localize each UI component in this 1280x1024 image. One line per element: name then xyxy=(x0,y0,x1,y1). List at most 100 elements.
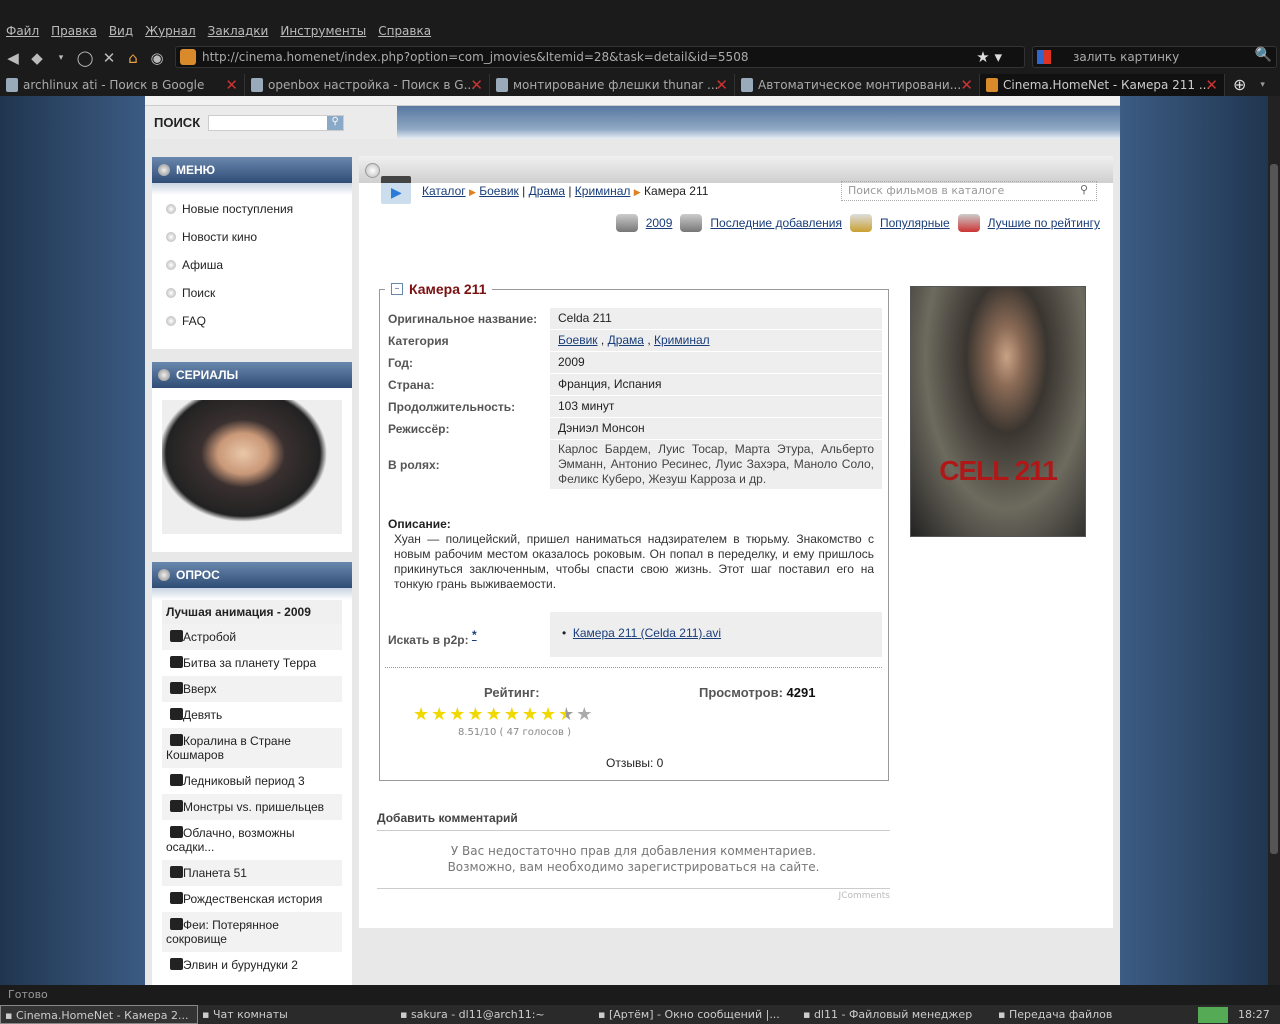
radio-icon[interactable] xyxy=(170,774,183,786)
radio-icon[interactable] xyxy=(170,630,183,642)
poll-option[interactable]: Монстры vs. пришельцев xyxy=(162,794,342,820)
close-tab-icon[interactable]: ✕ xyxy=(1205,76,1218,94)
poll-option[interactable]: Облачно, возможны осадки... xyxy=(162,820,342,860)
collapse-icon[interactable]: – xyxy=(391,283,403,295)
search-value[interactable]: залить картинку xyxy=(1073,50,1179,64)
radio-icon[interactable] xyxy=(170,892,183,904)
taskbar-item[interactable]: ▪ [Артём] - Окно сообщений |... xyxy=(594,1005,799,1024)
radio-icon[interactable] xyxy=(170,918,183,930)
tab-active[interactable]: Cinema.HomeNet - Камера 211 ... ✕ xyxy=(980,74,1225,96)
quicklink-year[interactable]: 2009 xyxy=(646,216,673,230)
close-tab-icon[interactable]: ✕ xyxy=(470,76,483,94)
tab[interactable]: монтирование флешки thunar ... ✕ xyxy=(490,74,735,96)
tab[interactable]: archlinux ati - Поиск в Google ✕ xyxy=(0,74,245,96)
series-image[interactable] xyxy=(162,400,342,534)
menu-item[interactable]: Афиша xyxy=(152,251,352,279)
radio-icon[interactable] xyxy=(170,656,183,668)
star-icon[interactable]: ★ xyxy=(449,704,465,725)
url-text[interactable]: http://cinema.homenet/index.php?option=c… xyxy=(202,50,748,64)
radio-icon[interactable] xyxy=(170,826,183,838)
quicklink-popular[interactable]: Популярные xyxy=(880,216,950,230)
radio-icon[interactable] xyxy=(170,866,183,878)
menu-help[interactable]: Справка xyxy=(378,24,431,38)
star-icon[interactable]: ★ xyxy=(467,704,483,725)
radio-icon[interactable] xyxy=(170,800,183,812)
tray-messenger-icon[interactable] xyxy=(1198,1006,1228,1023)
site-search-input[interactable]: ⚲ xyxy=(208,114,345,131)
rating-stars[interactable]: ★ ★ ★ ★ ★ ★ ★ ★ ★ ★ xyxy=(413,704,592,725)
menu-item[interactable]: Новые поступления xyxy=(152,195,352,223)
poll-option[interactable]: Астробой xyxy=(162,624,342,650)
category-link[interactable]: Боевик xyxy=(558,333,598,347)
category-link[interactable]: Драма xyxy=(608,333,644,347)
page-scrollbar[interactable] xyxy=(1268,96,1280,985)
radio-icon[interactable] xyxy=(170,734,183,746)
poll-option[interactable]: Рождественская история xyxy=(162,886,342,912)
taskbar-item[interactable]: ▪ sakura - dl11@arch11:~ xyxy=(396,1005,594,1024)
breadcrumb-catalog[interactable]: Каталог xyxy=(422,184,466,198)
jcomments-brand[interactable]: JComments xyxy=(377,891,890,901)
close-tab-icon[interactable]: ✕ xyxy=(225,76,238,94)
quicklink-top-rated[interactable]: Лучшие по рейтингу xyxy=(988,216,1100,230)
star-icon[interactable]: ★ xyxy=(413,704,429,725)
new-tab-icon[interactable]: ⊕ xyxy=(1233,74,1246,96)
breadcrumb-genre[interactable]: Боевик xyxy=(479,184,519,198)
category-link[interactable]: Криминал xyxy=(654,333,710,347)
star-icon[interactable]: ★ xyxy=(558,704,574,725)
poll-option[interactable]: Ледниковый период 3 xyxy=(162,768,342,794)
reviews-count[interactable]: Отзывы: 0 xyxy=(606,756,663,770)
radio-icon[interactable] xyxy=(170,958,183,970)
poll-option[interactable]: Планета 51 xyxy=(162,860,342,886)
stop-icon[interactable]: ✕ xyxy=(100,49,118,67)
home-icon[interactable]: ⌂ xyxy=(124,49,142,67)
taskbar-item[interactable]: ▪ dl11 - Файловый менеджер xyxy=(799,1005,994,1024)
quicklink-latest[interactable]: Последние добавления xyxy=(710,216,842,230)
poll-option[interactable]: Феи: Потерянное сокровище xyxy=(162,912,342,952)
menu-item[interactable]: FAQ xyxy=(152,307,352,335)
menu-item[interactable]: Новости кино xyxy=(152,223,352,251)
search-icon[interactable]: ⚲ xyxy=(327,115,344,130)
breadcrumb-genre[interactable]: Драма xyxy=(529,184,565,198)
menu-item[interactable]: Поиск xyxy=(152,279,352,307)
radio-icon[interactable] xyxy=(170,708,183,720)
menu-tools[interactable]: Инструменты xyxy=(280,24,366,38)
bookmark-star-icon[interactable]: ★ ▾ xyxy=(976,48,1002,66)
poll-option[interactable]: Элвин и бурундуки 2 xyxy=(162,952,342,978)
poll-option[interactable]: Коралина в Стране Кошмаров xyxy=(162,728,342,768)
menu-history[interactable]: Журнал xyxy=(145,24,196,38)
radio-icon[interactable] xyxy=(170,682,183,694)
menu-edit[interactable]: Правка xyxy=(51,24,97,38)
movie-poster[interactable]: CELL 211 xyxy=(910,286,1086,537)
breadcrumb-genre[interactable]: Криминал xyxy=(575,184,631,198)
poll-option[interactable]: Девять xyxy=(162,702,342,728)
history-dropdown-icon[interactable]: ▾ xyxy=(52,49,70,67)
url-bar[interactable]: http://cinema.homenet/index.php?option=c… xyxy=(175,46,1025,68)
taskbar-item[interactable]: ▪ Cinema.HomeNet - Камера 2... xyxy=(0,1005,198,1024)
star-icon[interactable]: ★ xyxy=(522,704,538,725)
tab-list-icon[interactable]: ▾ xyxy=(1260,74,1265,96)
forward-icon[interactable]: ◆ xyxy=(28,49,46,67)
star-icon[interactable]: ★ xyxy=(540,704,556,725)
catalog-search-input[interactable]: Поиск фильмов в каталоге ⚲ xyxy=(841,181,1097,201)
star-icon[interactable]: ★ xyxy=(431,704,447,725)
poll-option[interactable]: Вверх xyxy=(162,676,342,702)
star-icon[interactable]: ★ xyxy=(504,704,520,725)
close-tab-icon[interactable]: ✕ xyxy=(715,76,728,94)
back-icon[interactable]: ◀ xyxy=(4,49,22,67)
p2p-file-link[interactable]: Камера 211 (Celda 211).avi xyxy=(573,626,721,640)
search-icon[interactable]: 🔍 xyxy=(1255,47,1272,63)
search-icon[interactable]: ⚲ xyxy=(1080,183,1088,196)
tab[interactable]: openbox настройка - Поиск в G... ✕ xyxy=(245,74,490,96)
taskbar-item[interactable]: ▪ Чат комнаты xyxy=(198,1005,396,1024)
menu-bookmarks[interactable]: Закладки xyxy=(208,24,269,38)
menu-view[interactable]: Вид xyxy=(109,24,133,38)
reload-icon[interactable]: ◯ xyxy=(76,49,94,67)
web-search-field[interactable]: залить картинку 🔍 xyxy=(1032,46,1277,68)
star-icon[interactable]: ★ xyxy=(576,704,592,725)
menu-file[interactable]: Файл xyxy=(6,24,39,38)
poll-option[interactable]: Битва за планету Терра xyxy=(162,650,342,676)
p2p-note-link[interactable]: * xyxy=(472,628,477,642)
star-icon[interactable]: ★ xyxy=(486,704,502,725)
google-icon[interactable] xyxy=(1037,50,1051,64)
scrollbar-thumb[interactable] xyxy=(1270,164,1278,854)
